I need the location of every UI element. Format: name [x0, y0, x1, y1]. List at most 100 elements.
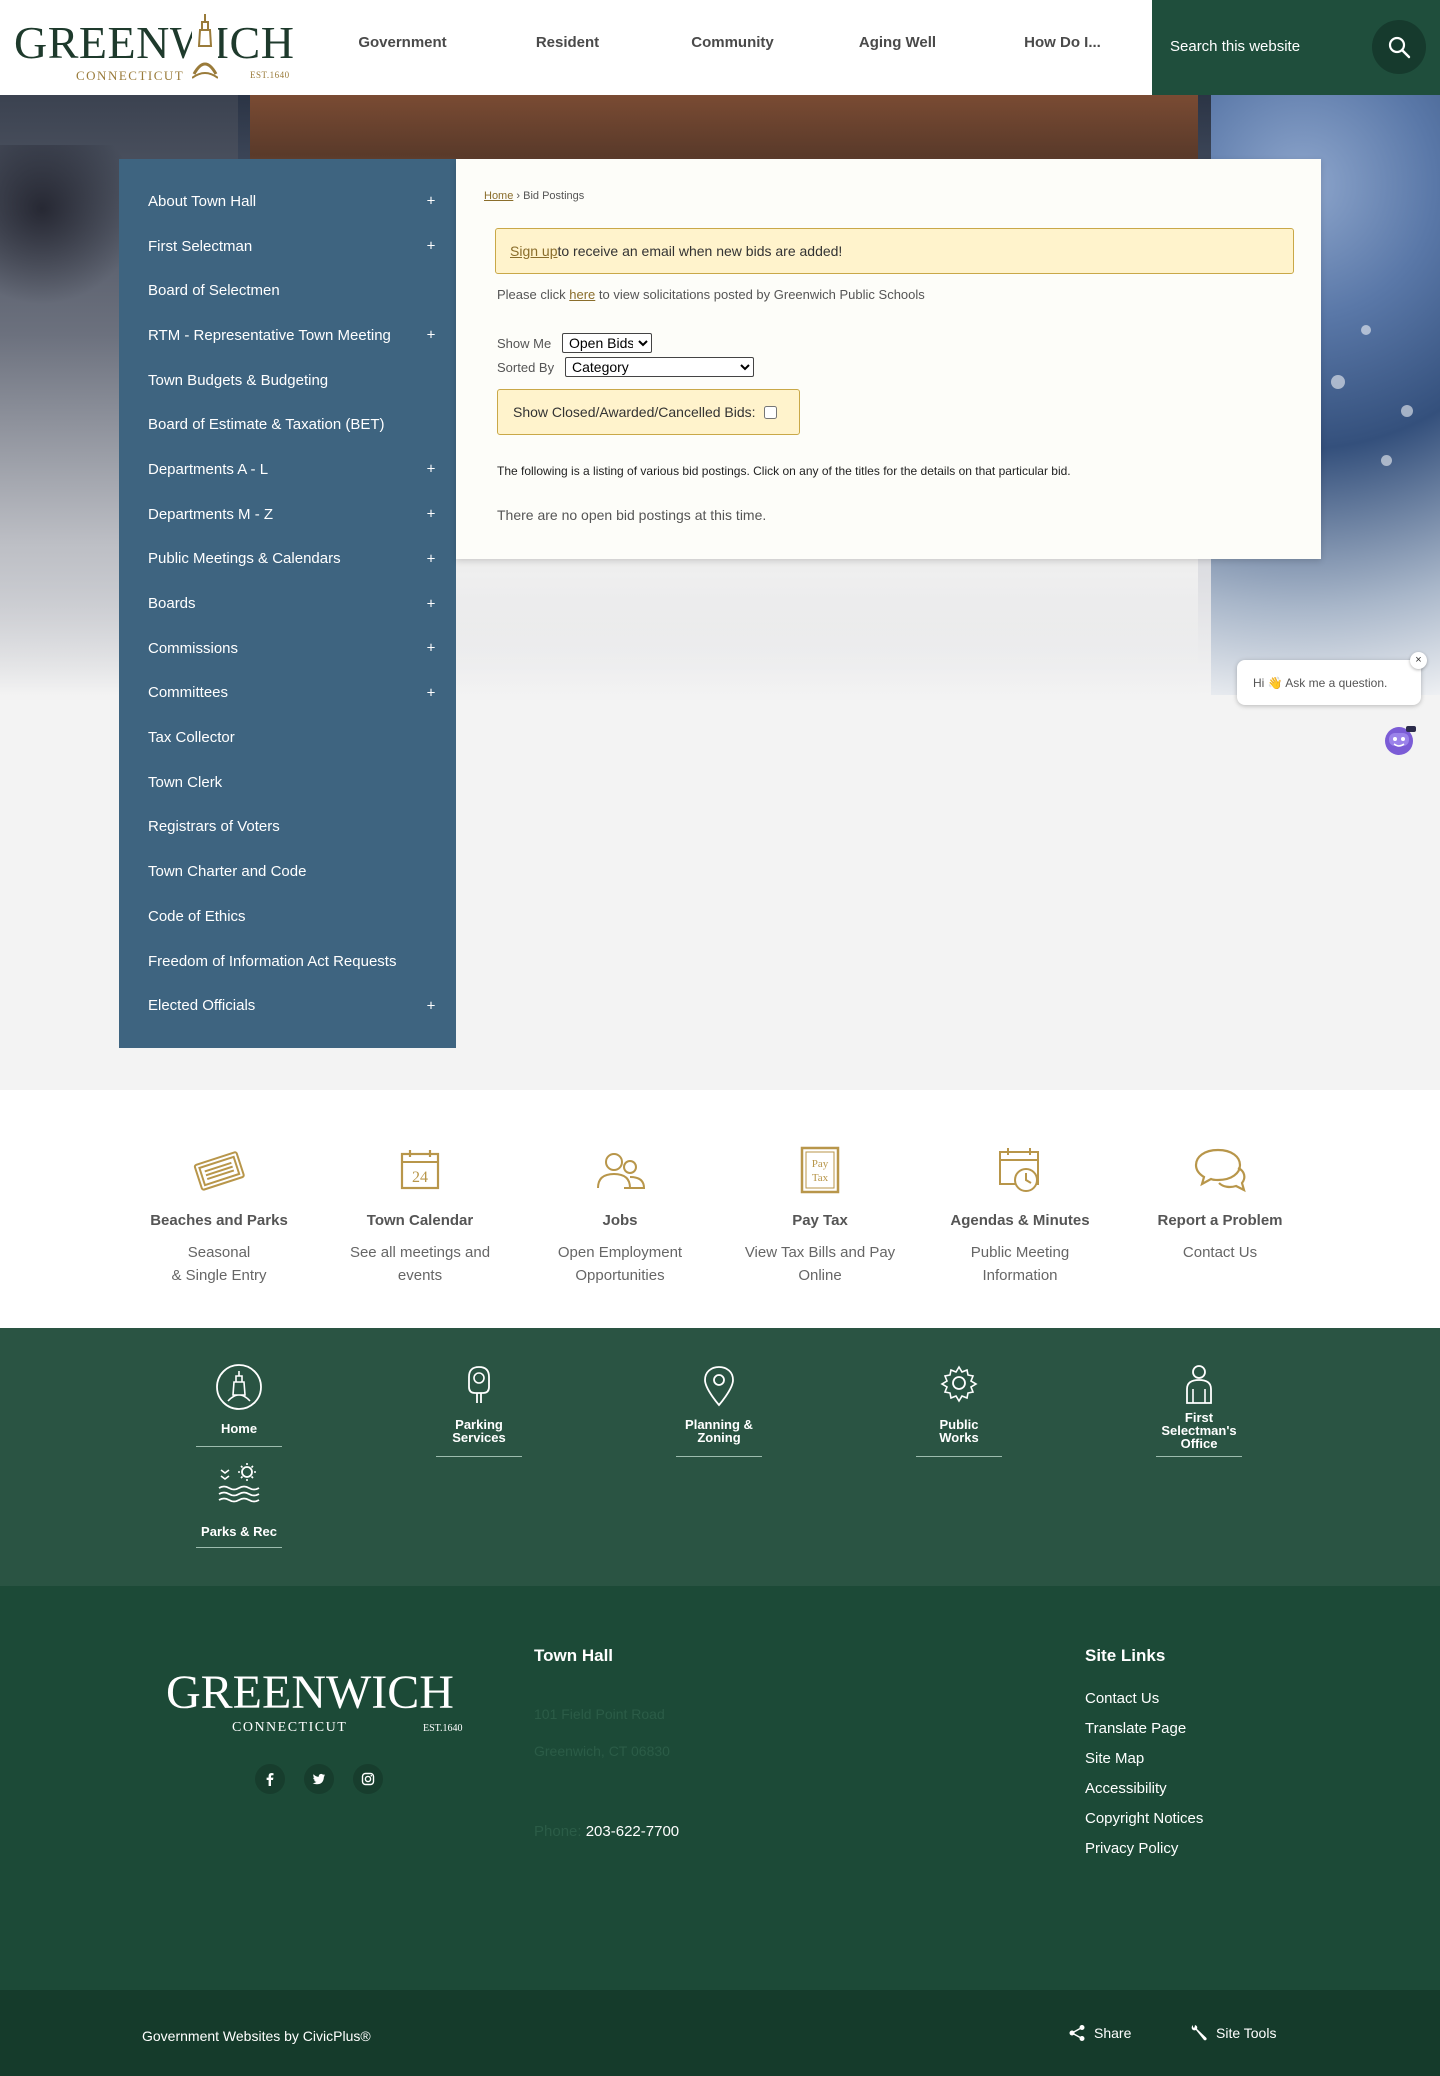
address-line-2: Greenwich, CT 06830	[534, 1743, 670, 1759]
gear-icon	[940, 1365, 978, 1403]
site-header: GREENWICH CONNECTICUT EST.1640 Governmen…	[0, 0, 1440, 95]
shortcut-home[interactable]: Home	[194, 1363, 284, 1478]
civicplus-link[interactable]: Government Websites by CivicPlus®	[142, 2028, 371, 2044]
footer-link-site-map[interactable]: Site Map	[1085, 1750, 1144, 1767]
footer-link-translate-page[interactable]: Translate Page	[1085, 1720, 1186, 1737]
sidebar-item[interactable]: Code of Ethics	[119, 894, 456, 939]
show-me-label: Show Me	[497, 336, 552, 351]
chat-close-button[interactable]: ×	[1410, 652, 1427, 669]
sidebar-item[interactable]: Departments M - Z +	[119, 492, 456, 537]
search-icon	[1388, 36, 1411, 59]
nav-resident[interactable]: Resident	[485, 0, 650, 86]
sidebar-item[interactable]: Elected Officials +	[119, 983, 456, 1028]
expand-plus-icon[interactable]: +	[422, 684, 440, 701]
footer-logo[interactable]: GREENWICH CONNECTICUT EST.1640	[166, 1659, 476, 1739]
sidebar-item[interactable]: Tax Collector	[119, 715, 456, 760]
sidebar-nav: About Town Hall + First Selectman + Board of…	[119, 159, 456, 1048]
footer-link-privacy-policy[interactable]: Privacy Policy	[1085, 1840, 1178, 1857]
sidebar-item-label: Board of Selectmen	[148, 282, 280, 300]
bid-postings-panel: Home › Bid Postings Sign up to receive a…	[456, 159, 1321, 559]
instagram-link[interactable]	[353, 1764, 383, 1794]
sidebar-item[interactable]: Boards +	[119, 581, 456, 626]
shortcut-parks-rec[interactable]: Parks & Rec	[194, 1462, 284, 1577]
sorted-by-select[interactable]: Category	[565, 357, 754, 377]
expand-plus-icon[interactable]: +	[422, 193, 440, 210]
expand-plus-icon[interactable]: +	[422, 595, 440, 612]
facebook-icon	[266, 1773, 274, 1786]
share-icon	[1069, 2025, 1085, 2041]
shortcut-parking-services[interactable]: Parking Services	[434, 1363, 524, 1478]
sidebar-item-label: Elected Officials	[148, 997, 256, 1015]
site-footer: GREENWICH CONNECTICUT EST.1640 Town Hall…	[0, 1586, 1440, 1990]
town-hall-spire-icon	[192, 12, 218, 82]
schools-here-link[interactable]: here	[569, 287, 595, 302]
sidebar-item-label: Departments M - Z	[148, 505, 274, 523]
nav-community[interactable]: Community	[650, 0, 815, 86]
sidebar-item-label: Freedom of Information Act Requests	[148, 952, 397, 970]
sidebar-item[interactable]: Departments A - L +	[119, 447, 456, 492]
site-links-heading: Site Links	[1085, 1646, 1166, 1665]
sidebar-item-label: First Selectman	[148, 237, 253, 255]
sidebar-item[interactable]: Registrars of Voters	[119, 805, 456, 850]
shortcut-public-works[interactable]: Public Works	[914, 1363, 1004, 1478]
logo-established: EST.1640	[250, 70, 290, 80]
sidebar-item[interactable]: Public Meetings & Calendars +	[119, 537, 456, 582]
shortcut-planning-zoning[interactable]: Planning & Zoning	[674, 1363, 764, 1478]
chat-greeting-bubble[interactable]: Hi 👋 Ask me a question. ×	[1237, 652, 1427, 705]
sidebar-item[interactable]: Town Clerk	[119, 760, 456, 805]
expand-plus-icon[interactable]: +	[422, 327, 440, 344]
greenwich-logo[interactable]: GREENWICH CONNECTICUT EST.1640	[14, 12, 296, 84]
phone-number[interactable]: Phone: 203-622-7700	[534, 1823, 679, 1840]
map-pin-icon	[704, 1366, 734, 1407]
sidebar-item[interactable]: Commissions +	[119, 626, 456, 671]
expand-plus-icon[interactable]: +	[422, 997, 440, 1014]
sidebar-item-label: Commissions	[148, 639, 239, 657]
logo-wordmark: GREENWICH	[14, 17, 295, 68]
sidebar-item-label: Tax Collector	[148, 729, 235, 747]
sidebar-item[interactable]: Town Budgets & Budgeting	[119, 358, 456, 403]
expand-plus-icon[interactable]: +	[422, 550, 440, 567]
sidebar-item[interactable]: First Selectman +	[119, 224, 456, 269]
expand-plus-icon[interactable]: +	[422, 461, 440, 478]
chatbot-icon[interactable]	[1380, 720, 1418, 758]
footer-link-accessibility[interactable]: Accessibility	[1085, 1780, 1167, 1797]
signup-link[interactable]: Sign up	[510, 243, 557, 259]
wrench-icon	[1191, 2025, 1207, 2041]
sidebar-item-label: Departments A - L	[148, 460, 269, 478]
shortcut-first-selectman-office[interactable]: First Selectman's Office	[1154, 1363, 1244, 1478]
footer-link-copyright[interactable]: Copyright Notices	[1085, 1810, 1203, 1827]
sidebar-item[interactable]: Town Charter and Code	[119, 849, 456, 894]
bottom-bar: Government Websites by CivicPlus® Share …	[0, 1990, 1440, 2076]
nav-aging-well[interactable]: Aging Well	[815, 0, 980, 86]
expand-plus-icon[interactable]: +	[422, 640, 440, 657]
sidebar-item[interactable]: Board of Estimate & Taxation (BET)	[119, 402, 456, 447]
nav-government[interactable]: Government	[320, 0, 485, 86]
twitter-link[interactable]	[304, 1764, 334, 1794]
expand-plus-icon[interactable]: +	[422, 238, 440, 255]
expand-plus-icon[interactable]: +	[422, 506, 440, 523]
sidebar-item[interactable]: Freedom of Information Act Requests	[119, 939, 456, 984]
breadcrumb-home-link[interactable]: Home	[484, 190, 513, 202]
sidebar-item-label: Board of Estimate & Taxation (BET)	[148, 416, 385, 434]
sidebar-item[interactable]: Committees +	[119, 671, 456, 716]
closed-bids-toggle-box: Show Closed/Awarded/Cancelled Bids:	[497, 389, 800, 435]
no-bids-message: There are no open bid postings at this t…	[497, 507, 767, 523]
site-tools-button[interactable]: Site Tools	[1190, 2021, 1276, 2045]
sidebar-item-label: Committees	[148, 684, 229, 702]
search-area	[1152, 0, 1440, 95]
sidebar-item[interactable]: About Town Hall +	[119, 179, 456, 224]
sidebar-item[interactable]: Board of Selectmen	[119, 268, 456, 313]
footer-link-contact-us[interactable]: Contact Us	[1085, 1690, 1159, 1707]
search-button[interactable]	[1372, 20, 1426, 74]
sidebar-item-label: Code of Ethics	[148, 907, 246, 925]
show-me-select[interactable]: Open Bids	[562, 333, 652, 353]
svg-text:Pay: Pay	[812, 1158, 829, 1170]
nav-how-do-i[interactable]: How Do I...	[980, 0, 1145, 86]
town-hall-heading: Town Hall	[534, 1646, 614, 1665]
search-input[interactable]	[1170, 26, 1360, 66]
sidebar-item[interactable]: RTM - Representative Town Meeting +	[119, 313, 456, 358]
closed-bids-checkbox[interactable]	[763, 405, 777, 419]
share-button[interactable]: Share	[1068, 2021, 1131, 2045]
facebook-link[interactable]	[255, 1764, 285, 1794]
people-icon	[597, 1153, 646, 1189]
